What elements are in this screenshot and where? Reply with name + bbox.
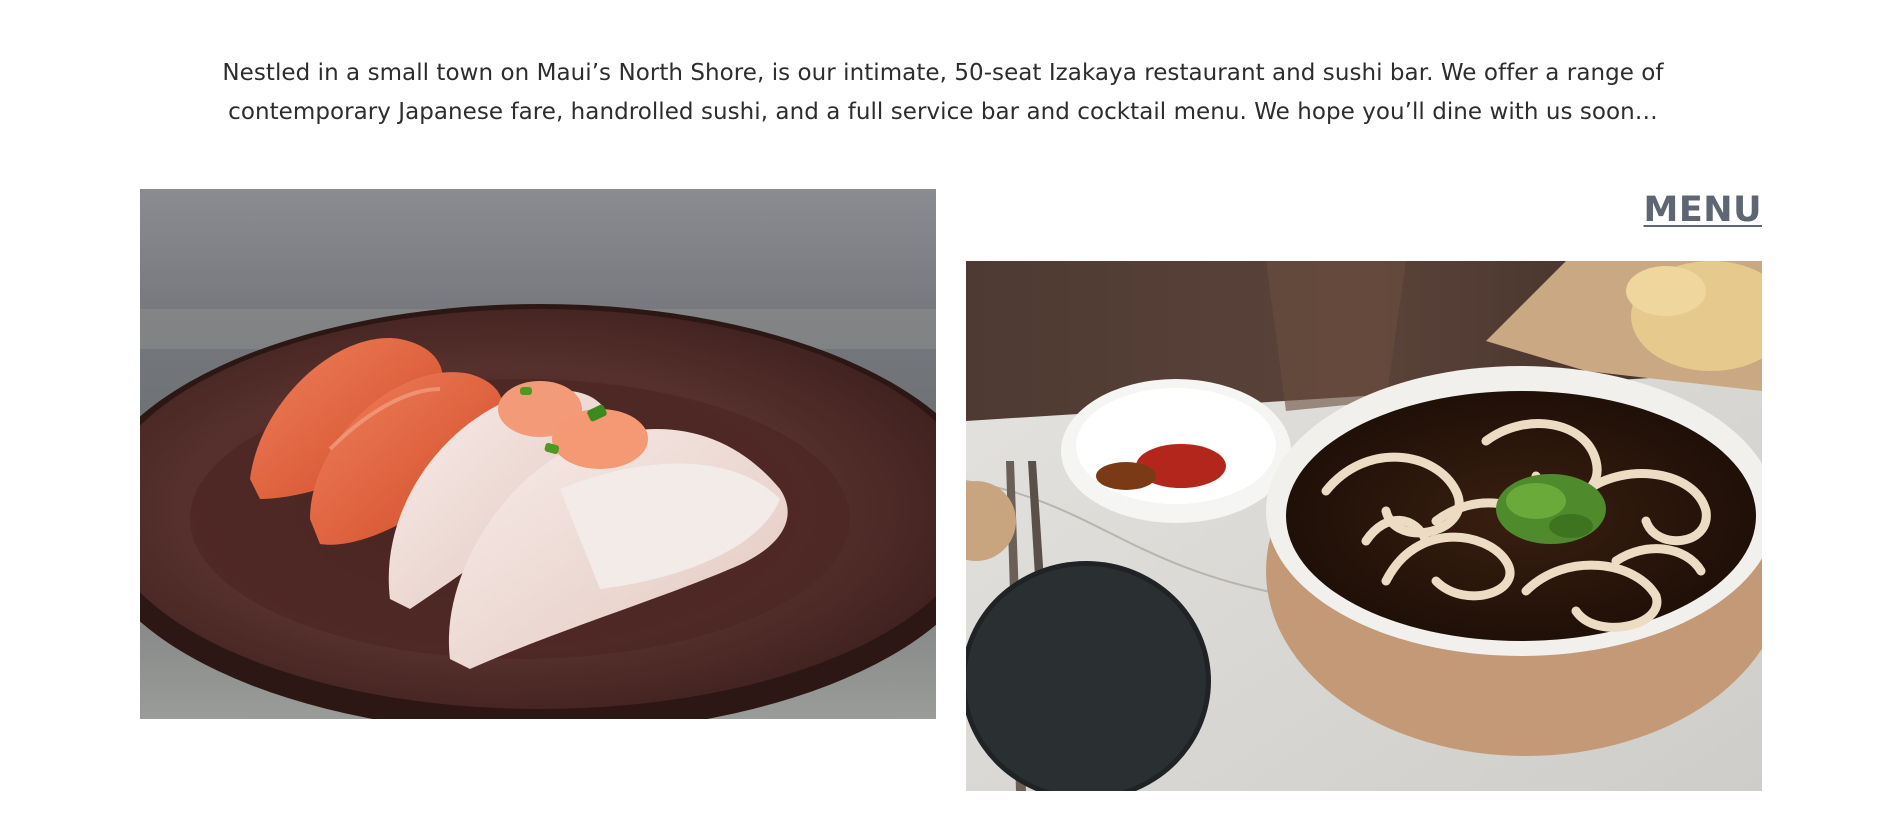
intro-paragraph: Nestled in a small town on Maui’s North …	[222, 60, 1664, 125]
udon-photo	[966, 261, 1762, 791]
sushi-photo	[140, 189, 936, 719]
menu-link[interactable]: MENU	[1644, 190, 1762, 230]
